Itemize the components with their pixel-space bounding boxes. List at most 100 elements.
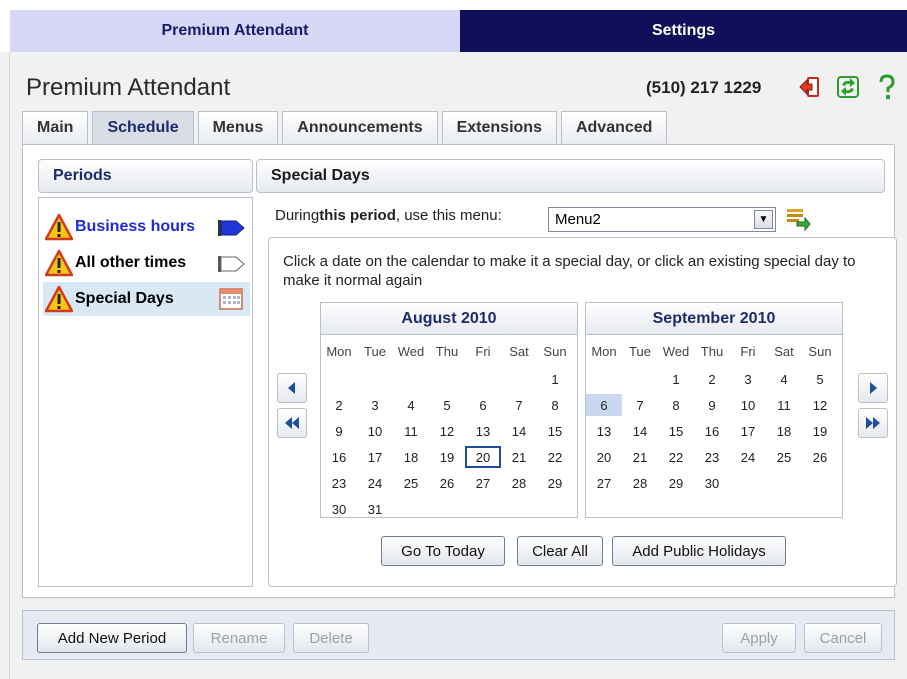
day-cell[interactable]: 13: [586, 418, 622, 444]
next-year-button[interactable]: [858, 408, 888, 438]
day-cell[interactable]: 1: [537, 366, 573, 392]
day-cell[interactable]: 8: [658, 392, 694, 418]
rename-button[interactable]: Rename: [193, 623, 285, 653]
day-cell[interactable]: 22: [537, 444, 573, 470]
day-cell[interactable]: 7: [501, 392, 537, 418]
day-cell[interactable]: 18: [766, 418, 802, 444]
day-cell[interactable]: 18: [393, 444, 429, 470]
period-business-hours[interactable]: Business hours: [43, 210, 250, 244]
tab-advanced[interactable]: Advanced: [560, 111, 668, 144]
day-cell[interactable]: 24: [357, 470, 393, 496]
day-cell[interactable]: 30: [321, 496, 357, 522]
tab-extensions[interactable]: Extensions: [441, 111, 557, 144]
period-special-days[interactable]: Special Days: [43, 282, 250, 316]
day-cell[interactable]: 5: [429, 392, 465, 418]
day-cell[interactable]: 14: [501, 418, 537, 444]
logout-icon[interactable]: [797, 74, 823, 100]
tab-schedule[interactable]: Schedule: [92, 111, 194, 144]
day-cell[interactable]: 20: [465, 446, 501, 468]
calendar-icon: [219, 288, 243, 310]
day-cell[interactable]: 30: [694, 470, 730, 496]
day-cell[interactable]: 25: [766, 444, 802, 470]
day-cell[interactable]: 10: [357, 418, 393, 444]
day-cell[interactable]: 4: [393, 392, 429, 418]
day-cell[interactable]: 6: [586, 394, 622, 416]
day-cell[interactable]: 16: [694, 418, 730, 444]
day-cell[interactable]: 2: [321, 392, 357, 418]
day-cell[interactable]: 26: [802, 444, 838, 470]
tab-announcements[interactable]: Announcements: [282, 111, 438, 144]
day-cell[interactable]: 17: [357, 444, 393, 470]
day-cell[interactable]: 6: [465, 392, 501, 418]
day-cell[interactable]: 21: [501, 444, 537, 470]
day-cell[interactable]: 14: [622, 418, 658, 444]
apply-button[interactable]: Apply: [722, 623, 796, 653]
day-cell[interactable]: 25: [393, 470, 429, 496]
day-cell[interactable]: 12: [802, 392, 838, 418]
day-cell[interactable]: 1: [658, 366, 694, 392]
next-month-button[interactable]: [858, 373, 888, 403]
empty-day-cell: [501, 366, 537, 392]
day-cell[interactable]: 9: [321, 418, 357, 444]
cancel-button[interactable]: Cancel: [804, 623, 882, 653]
day-cell[interactable]: 7: [622, 392, 658, 418]
add-new-period-button[interactable]: Add New Period: [37, 623, 187, 653]
edit-menu-icon[interactable]: [785, 206, 811, 232]
day-cell[interactable]: 3: [730, 366, 766, 392]
day-cell[interactable]: 29: [537, 470, 573, 496]
tab-menus[interactable]: Menus: [197, 111, 279, 144]
day-cell[interactable]: 27: [586, 470, 622, 496]
day-cell[interactable]: 15: [537, 418, 573, 444]
day-cell[interactable]: 9: [694, 392, 730, 418]
day-cell[interactable]: 21: [622, 444, 658, 470]
day-cell[interactable]: 11: [766, 392, 802, 418]
go-to-today-button[interactable]: Go To Today: [381, 536, 505, 566]
day-cell[interactable]: 12: [429, 418, 465, 444]
day-cell[interactable]: 29: [658, 470, 694, 496]
chevron-down-icon[interactable]: ▼: [754, 210, 773, 229]
day-cell[interactable]: 22: [658, 444, 694, 470]
day-cell[interactable]: 20: [586, 444, 622, 470]
day-cell[interactable]: 17: [730, 418, 766, 444]
refresh-icon[interactable]: [835, 74, 861, 100]
tab-main[interactable]: Main: [22, 111, 89, 144]
day-cell[interactable]: 11: [393, 418, 429, 444]
day-cell[interactable]: 19: [429, 444, 465, 470]
day-cell[interactable]: 2: [694, 366, 730, 392]
tab-premium-attendant[interactable]: Premium Attendant: [10, 10, 460, 52]
day-cell[interactable]: 27: [465, 470, 501, 496]
day-cell[interactable]: 28: [622, 470, 658, 496]
day-cell[interactable]: 28: [501, 470, 537, 496]
periods-header: Periods: [38, 159, 253, 193]
day-cell[interactable]: 3: [357, 392, 393, 418]
day-cell[interactable]: 16: [321, 444, 357, 470]
double-chevron-right-icon: [866, 417, 880, 429]
day-cell[interactable]: 23: [321, 470, 357, 496]
day-cell[interactable]: 8: [537, 392, 573, 418]
top-tab-bar: Premium Attendant Settings: [10, 10, 907, 52]
day-cell[interactable]: 24: [730, 444, 766, 470]
day-cell[interactable]: 10: [730, 392, 766, 418]
blue-flag-icon: [218, 220, 245, 236]
day-cell[interactable]: 15: [658, 418, 694, 444]
day-cell[interactable]: 4: [766, 366, 802, 392]
delete-button[interactable]: Delete: [293, 623, 369, 653]
day-cell[interactable]: 5: [802, 366, 838, 392]
white-flag-icon: [218, 256, 245, 272]
help-icon[interactable]: [874, 74, 900, 100]
period-all-other-times[interactable]: All other times: [43, 246, 250, 280]
day-cell[interactable]: 13: [465, 418, 501, 444]
prev-year-button[interactable]: [277, 408, 307, 438]
weekday-label: Mon: [591, 343, 617, 359]
add-public-holidays-button[interactable]: Add Public Holidays: [612, 536, 786, 566]
day-cell[interactable]: 26: [429, 470, 465, 496]
empty-day-cell: [357, 366, 393, 392]
prev-month-button[interactable]: [277, 373, 307, 403]
day-cell[interactable]: 19: [802, 418, 838, 444]
tab-settings[interactable]: Settings: [460, 10, 907, 52]
day-cell[interactable]: 23: [694, 444, 730, 470]
menu-select[interactable]: Menu2 ▼: [548, 207, 776, 232]
day-cell[interactable]: 31: [357, 496, 393, 522]
clear-all-button[interactable]: Clear All: [517, 536, 603, 566]
weekday-row: Mon Tue Wed Thu Fri Sat Sun: [321, 340, 579, 366]
